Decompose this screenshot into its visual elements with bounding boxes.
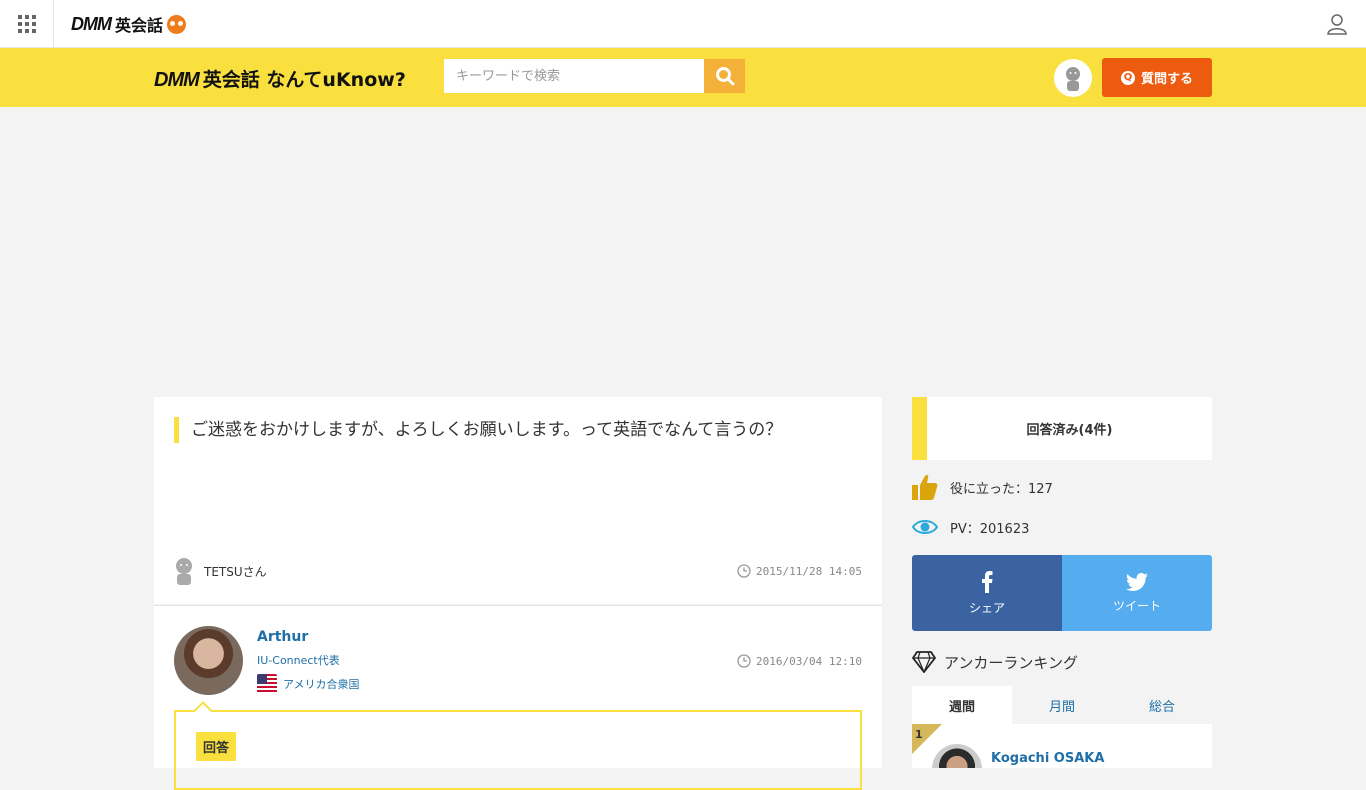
answer-date-text: 2016/03/04 12:10 bbox=[756, 654, 862, 668]
answer-date: 2016/03/04 12:10 bbox=[737, 654, 862, 668]
apps-grid-icon bbox=[17, 15, 36, 33]
answer-card: Arthur IU-Connect代表 アメリカ合衆国 2016/03/04 1… bbox=[154, 605, 882, 790]
asker-info: TETSUさん bbox=[174, 557, 267, 585]
tab-weekly[interactable]: 週間 bbox=[912, 686, 1012, 724]
question-card: ご迷惑をおかけしますが、よろしくお願いします。って英語でなんて言うの？ TETS… bbox=[154, 397, 882, 604]
global-topbar: DMM 英会話 bbox=[0, 0, 1366, 48]
us-flag-icon bbox=[257, 674, 277, 694]
apps-menu-button[interactable] bbox=[0, 0, 54, 48]
search-button[interactable] bbox=[704, 59, 745, 93]
answerer-avatar[interactable] bbox=[174, 626, 243, 695]
twitter-share-label: ツイート bbox=[1112, 598, 1161, 613]
asker-name: TETSUさん bbox=[204, 564, 267, 579]
search-input[interactable] bbox=[444, 59, 704, 93]
question-title: ご迷惑をおかけしますが、よろしくお願いします。って英語でなんて言うの？ bbox=[174, 417, 782, 443]
answerer-name[interactable]: Arthur bbox=[257, 629, 308, 645]
ranking-tabs: 週間 月間 総合 bbox=[912, 686, 1212, 724]
brand-eikaiwa: 英会話 bbox=[115, 16, 164, 35]
question-icon: Q bbox=[1120, 70, 1135, 85]
ranker-name[interactable]: Kogachi OSAKA bbox=[991, 751, 1104, 766]
page-views: PV：201623 bbox=[912, 517, 1029, 537]
answer-status: 回答済み(4件) bbox=[912, 397, 1212, 460]
site-header: DMM 英会話 なんてuKnow? Q 質問する bbox=[0, 48, 1366, 107]
share-buttons: シェア ツイート bbox=[912, 555, 1212, 631]
dmm-eikaiwa-logo[interactable]: DMM 英会話 bbox=[71, 12, 187, 36]
helpful-count: 役に立った：127 bbox=[912, 473, 1053, 501]
answerer-country: アメリカ合衆国 bbox=[257, 674, 359, 694]
clock-icon bbox=[737, 564, 751, 578]
logo-text: 英会話 なんてuKnow? bbox=[202, 69, 406, 91]
twitter-icon bbox=[1126, 572, 1148, 591]
helpful-text: 役に立った：127 bbox=[950, 481, 1053, 497]
ask-label: 質問する bbox=[1140, 72, 1193, 87]
thumbs-up-icon bbox=[912, 474, 938, 500]
logo-dmm: DMM bbox=[154, 69, 200, 91]
tab-monthly[interactable]: 月間 bbox=[1012, 686, 1112, 724]
search-bar bbox=[444, 59, 745, 93]
search-icon bbox=[715, 67, 734, 86]
ranking-item[interactable]: 1 Kogachi OSAKA bbox=[912, 724, 1212, 768]
clock-icon bbox=[737, 654, 751, 668]
question-date-text: 2015/11/28 14:05 bbox=[756, 564, 862, 578]
twitter-share-button[interactable]: ツイート bbox=[1062, 555, 1212, 631]
rank-number: 1 bbox=[915, 728, 923, 741]
ranking-title: アンカーランキング bbox=[944, 653, 1078, 672]
facebook-share-button[interactable]: シェア bbox=[912, 555, 1062, 631]
tab-overall[interactable]: 総合 bbox=[1112, 686, 1212, 724]
person-icon bbox=[1066, 67, 1080, 91]
country-name: アメリカ合衆国 bbox=[283, 678, 360, 691]
brand-dmm: DMM bbox=[71, 13, 112, 34]
facebook-share-label: シェア bbox=[968, 600, 1005, 615]
answerer-title: IU-Connect代表 bbox=[257, 654, 340, 667]
question-date: 2015/11/28 14:05 bbox=[737, 564, 862, 578]
user-account-icon[interactable] bbox=[1326, 13, 1348, 35]
owl-logo-icon bbox=[167, 14, 187, 34]
nanteuknow-logo[interactable]: DMM 英会話 なんてuKnow? bbox=[154, 65, 406, 92]
diamond-icon bbox=[912, 651, 936, 673]
facebook-icon bbox=[982, 570, 993, 593]
eye-icon bbox=[912, 520, 938, 534]
answer-box: 回答 bbox=[174, 710, 862, 790]
ask-question-button[interactable]: Q 質問する bbox=[1102, 58, 1212, 97]
answer-tag: 回答 bbox=[196, 732, 237, 761]
ranking-heading: アンカーランキング bbox=[912, 651, 1078, 673]
pv-text: PV：201623 bbox=[950, 521, 1030, 537]
anonymous-user-icon bbox=[176, 558, 192, 585]
my-avatar[interactable] bbox=[1054, 59, 1092, 97]
